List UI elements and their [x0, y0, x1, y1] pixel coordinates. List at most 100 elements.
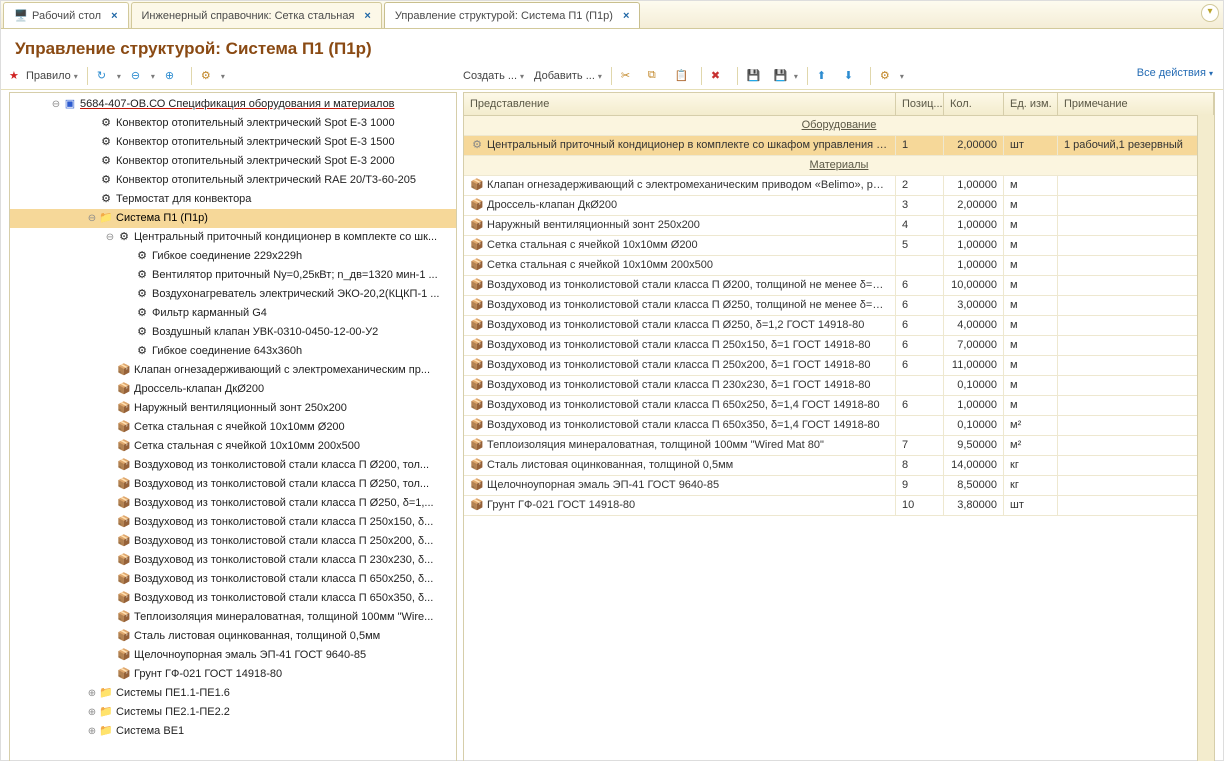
cell-position: 3 — [896, 196, 944, 215]
tree-item[interactable]: 📦Воздуховод из тонколистовой стали класс… — [10, 532, 456, 551]
tree-item[interactable]: ⚙Воздухонагреватель электрический ЭКО-20… — [10, 285, 456, 304]
tab-reference[interactable]: Инженерный справочник: Сетка стальная × — [131, 2, 382, 28]
save-button[interactable]: 💾 — [743, 67, 768, 85]
scrollbar-vertical[interactable] — [1197, 115, 1214, 761]
copy-button[interactable]: ⧉ — [644, 67, 669, 85]
expand-icon[interactable]: ⊕ — [86, 722, 98, 741]
tree-item[interactable]: ⚙Вентилятор приточный Ny=0,25кВт; n_дв=1… — [10, 266, 456, 285]
actions-button[interactable]: ⚙▾ — [876, 67, 908, 85]
tree-item[interactable]: ⊕📁Системы ПЕ2.1-ПЕ2.2 — [10, 703, 456, 722]
tree-item[interactable]: ⊖⚙Центральный приточный кондиционер в ко… — [10, 228, 456, 247]
add-button[interactable]: ⊕ — [161, 67, 186, 85]
tree-item[interactable]: ⚙Фильтр карманный G4 — [10, 304, 456, 323]
tree-item[interactable]: ⚙Конвектор отопительный электрический Sp… — [10, 152, 456, 171]
all-actions-link[interactable]: Все действия ▾ — [1137, 67, 1213, 79]
close-icon[interactable]: × — [364, 10, 370, 22]
tree-item[interactable]: 📦Воздуховод из тонколистовой стали класс… — [10, 589, 456, 608]
tree-item[interactable]: 📦Наружный вентиляционный зонт 250х200 — [10, 399, 456, 418]
col-unit-header[interactable]: Ед. изм. — [1004, 93, 1058, 115]
paste-button[interactable]: 📋 — [671, 67, 696, 85]
create-button[interactable]: Создать ...▾ — [459, 68, 528, 84]
cell-unit: м — [1004, 236, 1058, 255]
material-icon: 📦 — [470, 216, 484, 235]
cut-button[interactable]: ✂ — [617, 67, 642, 85]
close-icon[interactable]: × — [111, 10, 117, 22]
table-row[interactable]: 📦Теплоизоляция минераловатная, толщиной … — [464, 436, 1214, 456]
cell-name: 📦Грунт ГФ-021 ГОСТ 14918-80 — [464, 496, 896, 515]
table-row[interactable]: 📦Наружный вентиляционный зонт 250х20041,… — [464, 216, 1214, 236]
tree-item[interactable]: ⊖📁Система П1 (П1р) — [10, 209, 456, 228]
table-row[interactable]: 📦Сетка стальная с ячейкой 10х10мм Ø20051… — [464, 236, 1214, 256]
expand-icon[interactable]: ⊖ — [104, 228, 116, 247]
tab-structure[interactable]: Управление структурой: Система П1 (П1р) … — [384, 2, 641, 28]
close-icon[interactable]: × — [623, 10, 629, 22]
tree-item[interactable]: ⊕📁Система ВЕ1 — [10, 722, 456, 741]
tree-item[interactable]: 📦Грунт ГФ-021 ГОСТ 14918-80 — [10, 665, 456, 684]
tools-button[interactable]: ⚙▾ — [197, 67, 229, 85]
tree-item[interactable]: ⚙Конвектор отопительный электрический Sp… — [10, 133, 456, 152]
table-row[interactable]: 📦Воздуховод из тонколистовой стали класс… — [464, 276, 1214, 296]
tree-item[interactable]: ⚙Гибкое соединение 229х229h — [10, 247, 456, 266]
tree-item[interactable]: ⚙Конвектор отопительный электрический Sp… — [10, 114, 456, 133]
tree-item[interactable]: 📦Клапан огнезадерживающий с электромехан… — [10, 361, 456, 380]
table-row[interactable]: 📦Щелочноупорная эмаль ЭП-41 ГОСТ 9640-85… — [464, 476, 1214, 496]
separator — [701, 67, 702, 85]
refresh-button[interactable]: ↻▾ — [93, 67, 125, 85]
col-quantity-header[interactable]: Кол. — [944, 93, 1004, 115]
table-row[interactable]: 📦Воздуховод из тонколистовой стали класс… — [464, 376, 1214, 396]
save-menu-button[interactable]: 💾▾ — [770, 67, 802, 85]
delete-button[interactable]: ✖ — [707, 67, 732, 85]
tabs-overflow-button[interactable]: ▾ — [1201, 4, 1219, 22]
table-row[interactable]: 📦Клапан огнезадерживающий с электромехан… — [464, 176, 1214, 196]
move-up-button[interactable]: ⬆ — [813, 67, 838, 85]
cell-position: 6 — [896, 296, 944, 315]
table-row[interactable]: 📦Воздуховод из тонколистовой стали класс… — [464, 336, 1214, 356]
table-row[interactable]: 📦Воздуховод из тонколистовой стали класс… — [464, 316, 1214, 336]
table-row[interactable]: 📦Воздуховод из тонколистовой стали класс… — [464, 356, 1214, 376]
table-row[interactable]: 📦Грунт ГФ-021 ГОСТ 14918-80103,80000шт — [464, 496, 1214, 516]
tree-item[interactable]: ⚙Воздушный клапан УВК-0310-0450-12-00-У2 — [10, 323, 456, 342]
add-menu-button[interactable]: Добавить ...▾ — [530, 68, 606, 84]
tree-item[interactable]: 📦Сетка стальная с ячейкой 10х10мм Ø200 — [10, 418, 456, 437]
tree-item[interactable]: 📦Сталь листовая оцинкованная, толщиной 0… — [10, 627, 456, 646]
table-row[interactable]: 📦Сталь листовая оцинкованная, толщиной 0… — [464, 456, 1214, 476]
cell-quantity: 1,00000 — [944, 236, 1004, 255]
tree-item[interactable]: 📦Теплоизоляция минераловатная, толщиной … — [10, 608, 456, 627]
expand-icon[interactable]: ⊕ — [86, 703, 98, 722]
tree-item[interactable]: 📦Воздуховод из тонколистовой стали класс… — [10, 494, 456, 513]
tree-item[interactable]: 📦Воздуховод из тонколистовой стали класс… — [10, 456, 456, 475]
tree-item[interactable]: 📦Дроссель-клапан ДкØ200 — [10, 380, 456, 399]
tab-desktop[interactable]: 🖥️ Рабочий стол × — [3, 2, 129, 28]
table-row[interactable]: 📦Воздуховод из тонколистовой стали класс… — [464, 396, 1214, 416]
tree-item[interactable]: ⚙Гибкое соединение 643х360h — [10, 342, 456, 361]
col-position-header[interactable]: Позиц... — [896, 93, 944, 115]
col-name-header[interactable]: Представление — [464, 93, 896, 115]
tree-item[interactable]: ⊕📁Системы ПЕ1.1-ПЕ1.6 — [10, 684, 456, 703]
tree-label: Грунт ГФ-021 ГОСТ 14918-80 — [134, 665, 452, 684]
table-row[interactable]: 📦Дроссель-клапан ДкØ20032,00000м — [464, 196, 1214, 216]
table-row[interactable]: 📦Сетка стальная с ячейкой 10х10мм 200х50… — [464, 256, 1214, 276]
collapse-icon[interactable]: ⊖ — [50, 95, 62, 114]
grid-body[interactable]: Оборудование⚙Центральный приточный конди… — [464, 116, 1214, 761]
cell-note — [1058, 196, 1214, 215]
structure-tree[interactable]: ⊖▣5684-407-ОВ.СО Спецификация оборудован… — [10, 93, 456, 761]
rule-button[interactable]: ★ Правило ▾ — [5, 67, 82, 85]
tree-item[interactable]: ⚙Конвектор отопительный электрический RA… — [10, 171, 456, 190]
tree-item[interactable]: 📦Воздуховод из тонколистовой стали класс… — [10, 570, 456, 589]
tree-item[interactable]: 📦Воздуховод из тонколистовой стали класс… — [10, 513, 456, 532]
tree-item[interactable]: ⚙Термостат для конвектора — [10, 190, 456, 209]
tree-item[interactable]: 📦Щелочноупорная эмаль ЭП-41 ГОСТ 9640-85 — [10, 646, 456, 665]
tree-root[interactable]: ⊖▣5684-407-ОВ.СО Спецификация оборудован… — [10, 95, 456, 114]
col-note-header[interactable]: Примечание — [1058, 93, 1214, 115]
tree-item[interactable]: 📦Воздуховод из тонколистовой стали класс… — [10, 551, 456, 570]
table-row[interactable]: 📦Воздуховод из тонколистовой стали класс… — [464, 416, 1214, 436]
move-down-button[interactable]: ⬇ — [840, 67, 865, 85]
table-row[interactable]: ⚙Центральный приточный кондиционер в ком… — [464, 136, 1214, 156]
expand-icon[interactable]: ⊕ — [86, 684, 98, 703]
tree-item[interactable]: 📦Воздуховод из тонколистовой стали класс… — [10, 475, 456, 494]
expand-icon[interactable]: ⊖ — [86, 209, 98, 228]
cell-name: 📦Воздуховод из тонколистовой стали класс… — [464, 416, 896, 435]
table-row[interactable]: 📦Воздуховод из тонколистовой стали класс… — [464, 296, 1214, 316]
tree-item[interactable]: 📦Сетка стальная с ячейкой 10х10мм 200х50… — [10, 437, 456, 456]
remove-button[interactable]: ⊖▾ — [127, 67, 159, 85]
